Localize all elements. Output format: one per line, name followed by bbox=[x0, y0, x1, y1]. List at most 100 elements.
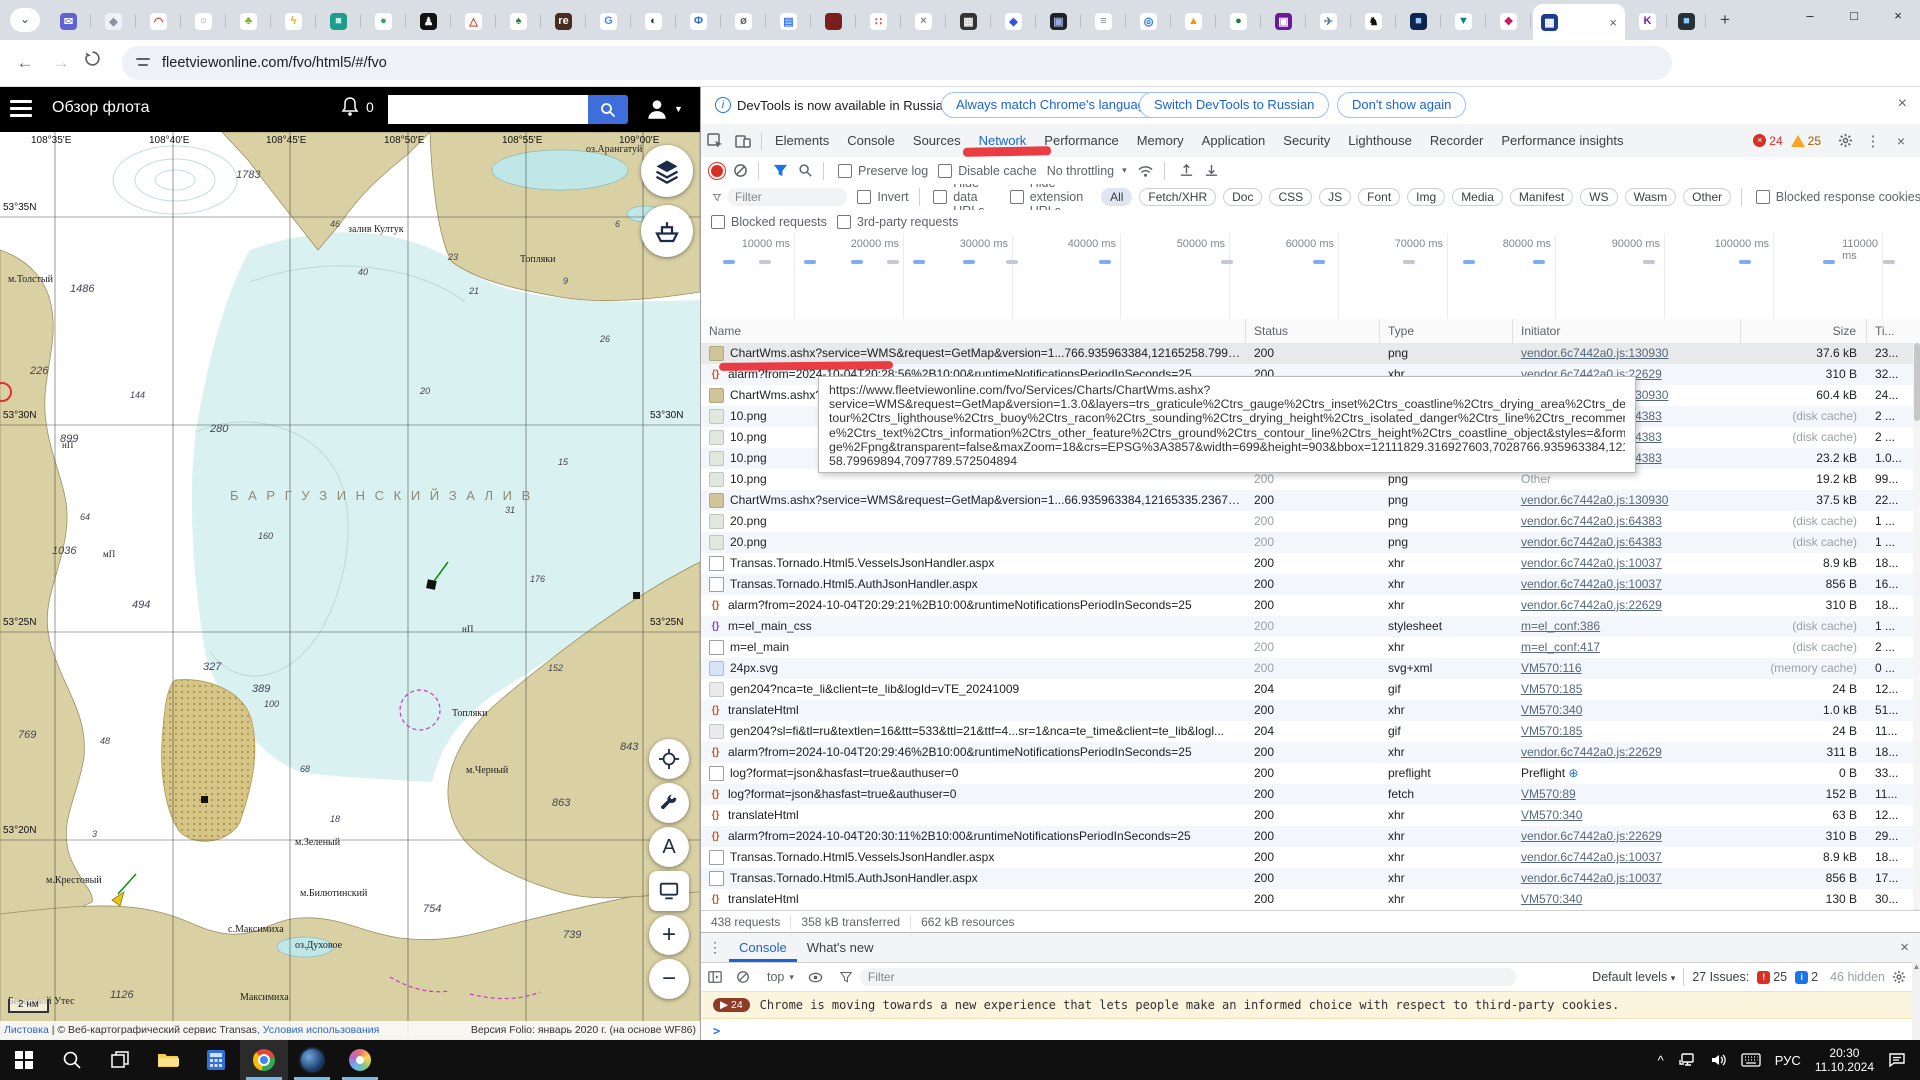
filter-chip-js[interactable]: JS bbox=[1319, 188, 1351, 206]
clear-network-log-icon[interactable] bbox=[733, 163, 748, 178]
user-menu[interactable]: ▼ bbox=[644, 96, 683, 122]
back-button[interactable]: ← bbox=[12, 50, 38, 76]
language-indicator[interactable]: РУС bbox=[1775, 1053, 1801, 1068]
map-search-button[interactable] bbox=[588, 95, 628, 124]
filter-chip-css[interactable]: CSS bbox=[1269, 188, 1312, 206]
fullscreen-button[interactable] bbox=[649, 871, 689, 911]
browser-tab[interactable]: ≡ bbox=[1081, 6, 1126, 36]
initiator-link[interactable]: VM570:340 bbox=[1521, 808, 1582, 822]
filter-chip-ws[interactable]: WS bbox=[1580, 188, 1617, 206]
network-request-row[interactable]: 24px.svg200svg+xmlVM570:116(memory cache… bbox=[701, 658, 1913, 679]
browser-tab[interactable]: ✉ bbox=[46, 6, 91, 36]
active-tab[interactable]: ▦ × bbox=[1533, 4, 1625, 40]
zoom-out-button[interactable]: − bbox=[649, 959, 689, 999]
network-request-row[interactable]: 20.png200pngvendor.6c7442a0.js:64383(dis… bbox=[701, 532, 1913, 553]
devtools-tab-lighthouse[interactable]: Lighthouse bbox=[1339, 125, 1421, 157]
devtools-tab-elements[interactable]: Elements bbox=[766, 125, 838, 157]
console-warning-message[interactable]: ▶ 24 Chrome is moving towards a new expe… bbox=[701, 992, 1920, 1019]
drawer-close-icon[interactable]: × bbox=[1900, 939, 1909, 956]
devtools-tab-application[interactable]: Application bbox=[1193, 125, 1275, 157]
browser-tab[interactable]: ○ bbox=[181, 6, 226, 36]
browser-tab[interactable]: ◠ bbox=[136, 6, 181, 36]
console-filter-input[interactable]: Filter bbox=[860, 968, 1516, 986]
network-request-row[interactable]: {}log?format=json&hasfast=true&authuser=… bbox=[701, 784, 1913, 805]
hamburger-menu-icon[interactable] bbox=[10, 100, 32, 118]
devtools-tab-sources[interactable]: Sources bbox=[904, 125, 970, 157]
maximize-button[interactable]: □ bbox=[1832, 0, 1876, 34]
infobar-match-language-button[interactable]: Always match Chrome's language bbox=[941, 92, 1167, 118]
network-scrollbar[interactable] bbox=[1913, 343, 1920, 910]
column-header-type[interactable]: Type bbox=[1380, 319, 1513, 343]
browser-tab[interactable]: G bbox=[586, 6, 631, 36]
attribution-terms-link[interactable]: , Условия использования bbox=[257, 1024, 379, 1036]
fleet-button[interactable] bbox=[641, 205, 693, 257]
filter-chip-doc[interactable]: Doc bbox=[1223, 188, 1262, 206]
network-request-row[interactable]: gen204?nca=te_li&client=te_lib&logId=vTE… bbox=[701, 679, 1913, 700]
browser-tab[interactable]: ▣ bbox=[1261, 6, 1306, 36]
infobar-close-icon[interactable]: × bbox=[1898, 95, 1907, 113]
taskbar-app-explorer[interactable] bbox=[144, 1040, 192, 1080]
initiator-link[interactable]: VM570:185 bbox=[1521, 724, 1582, 738]
network-request-row[interactable]: m=el_main200xhrm=el_conf:417(disk cache)… bbox=[701, 637, 1913, 658]
browser-tab[interactable]: ø bbox=[721, 6, 766, 36]
network-request-row[interactable]: Transas.Tornado.Html5.VesselsJsonHandler… bbox=[701, 553, 1913, 574]
blocked-requests-checkbox[interactable]: Blocked requests bbox=[711, 215, 827, 229]
record-network-log-button[interactable] bbox=[711, 165, 723, 177]
devtools-tab-security[interactable]: Security bbox=[1274, 125, 1339, 157]
notifications-bell[interactable]: 0 bbox=[340, 96, 374, 118]
browser-tab[interactable]: ϟ bbox=[271, 6, 316, 36]
column-header-time[interactable]: Ti... bbox=[1867, 319, 1913, 343]
invert-checkbox[interactable]: Invert bbox=[857, 190, 908, 204]
column-header-size[interactable]: Size bbox=[1741, 319, 1867, 343]
initiator-link[interactable]: vendor.6c7442a0.js:22629 bbox=[1521, 829, 1662, 843]
issues-label[interactable]: 27 Issues: bbox=[1692, 970, 1749, 984]
hide-data-urls-checkbox[interactable]: Hide data URLs bbox=[933, 184, 999, 211]
filter-chip-fetch-xhr[interactable]: Fetch/XHR bbox=[1139, 188, 1216, 206]
map-search-input[interactable] bbox=[388, 95, 588, 124]
taskbar-app-task-view[interactable] bbox=[96, 1040, 144, 1080]
initiator-link[interactable]: vendor.6c7442a0.js:130930 bbox=[1521, 346, 1668, 360]
browser-tab[interactable]: ✈ bbox=[1306, 6, 1351, 36]
browser-tab[interactable]: ▣ bbox=[1036, 6, 1081, 36]
column-header-name[interactable]: Name bbox=[701, 319, 1246, 343]
network-request-row[interactable]: Transas.Tornado.Html5.AuthJsonHandler.as… bbox=[701, 574, 1913, 595]
warnings-badge[interactable]: 25 bbox=[1791, 134, 1821, 148]
network-request-row[interactable]: {}alarm?from=2024-10-04T20:29:46%2B10:00… bbox=[701, 742, 1913, 763]
inspect-element-icon[interactable] bbox=[701, 129, 729, 153]
keyboard-tray-icon[interactable] bbox=[1741, 1053, 1761, 1067]
network-request-row[interactable]: {}alarm?from=2024-10-04T20:30:11%2B10:00… bbox=[701, 826, 1913, 847]
browser-tab[interactable]: ◆ bbox=[91, 6, 136, 36]
attribution-leaflet-link[interactable]: Листовка bbox=[4, 1024, 49, 1036]
forward-button[interactable]: → bbox=[48, 50, 74, 76]
hidden-messages-label[interactable]: 46 hidden bbox=[1830, 970, 1885, 984]
column-header-status[interactable]: Status bbox=[1246, 319, 1380, 343]
import-har-icon[interactable] bbox=[1179, 163, 1194, 178]
browser-tab[interactable]: ▤ bbox=[766, 6, 811, 36]
nautical-chart[interactable]: 108°35'E108°40'E108°45'E108°50'E108°55'E… bbox=[0, 132, 700, 1040]
network-request-row[interactable]: log?format=json&hasfast=true&authuser=02… bbox=[701, 763, 1913, 784]
locate-button[interactable] bbox=[649, 739, 689, 779]
devtools-tab-memory[interactable]: Memory bbox=[1128, 125, 1193, 157]
browser-tab[interactable]: × bbox=[901, 6, 946, 36]
initiator-link[interactable]: m=el_conf:386 bbox=[1521, 619, 1600, 633]
console-context-dropdown[interactable]: top▾ bbox=[767, 970, 794, 984]
filter-chip-font[interactable]: Font bbox=[1358, 188, 1400, 206]
browser-tab[interactable]: K bbox=[1628, 6, 1667, 36]
minimize-button[interactable]: – bbox=[1788, 0, 1832, 34]
zoom-in-button[interactable]: + bbox=[649, 915, 689, 955]
browser-tab[interactable]: ◎ bbox=[1126, 6, 1171, 36]
network-conditions-icon[interactable] bbox=[1137, 163, 1154, 178]
layers-button[interactable] bbox=[641, 145, 693, 197]
tools-button[interactable] bbox=[649, 783, 689, 823]
browser-tab[interactable]: ❖ bbox=[1486, 6, 1531, 36]
browser-tab[interactable]: ● bbox=[1216, 6, 1261, 36]
throttling-dropdown[interactable]: No throttling▾ bbox=[1047, 164, 1127, 178]
network-request-row[interactable]: ChartWms.ashx?service=WMS&request=GetMap… bbox=[701, 490, 1913, 511]
filter-chip-other[interactable]: Other bbox=[1683, 188, 1731, 206]
url-text[interactable]: fleetviewonline.com/fvo/html5/#/fvo bbox=[162, 55, 387, 71]
network-request-row[interactable]: Transas.Tornado.Html5.AuthJsonHandler.as… bbox=[701, 868, 1913, 889]
tab-search-button[interactable]: ⌄ bbox=[10, 8, 40, 32]
taskbar-app-chrome[interactable] bbox=[240, 1040, 288, 1080]
errors-badge[interactable]: ×24 bbox=[1753, 134, 1782, 148]
devtools-settings-gear-icon[interactable] bbox=[1831, 129, 1859, 153]
